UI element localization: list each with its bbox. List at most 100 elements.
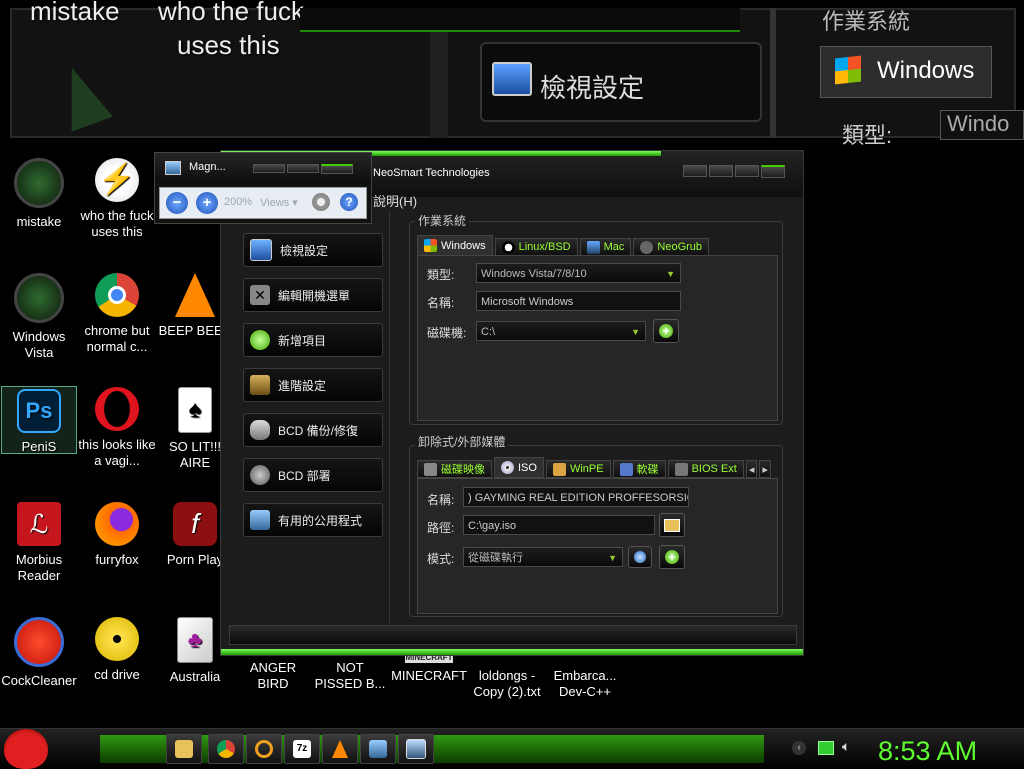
extra-window-button[interactable] [761,165,785,178]
taskbar-7zip-button[interactable]: 7z [284,734,320,764]
menu-help[interactable]: 說明(H) [373,191,417,210]
chevron-down-icon: ▾ [292,197,298,209]
database-icon [250,420,270,440]
windows-logo-icon [424,239,437,252]
tab-iso[interactable]: ISO [494,457,544,478]
vlc-cone-icon [175,273,215,317]
media-tabs: 磁碟映像 ISO WinPE 軟碟 BIOS Ext ◂ ▸ [417,457,771,478]
tab-bios-ext[interactable]: BIOS Ext [667,460,744,478]
sidebar-item-advanced[interactable]: 進階設定 [243,368,383,402]
iso-help-button[interactable] [628,546,652,568]
status-bar [229,625,797,645]
mac-icon [586,240,600,254]
info-icon [634,551,646,563]
desktop-icon-cd-drive[interactable]: cd drive [78,617,156,683]
magnifier-close-button[interactable] [321,164,353,174]
magnifier-window[interactable]: Magn... − + 200% Views ▾ ? [154,152,372,224]
sidebar-item-edit-boot-menu[interactable]: ✕ 編輯開機選單 [243,278,383,312]
desktop-icon-anger-bird[interactable]: ANGER BIRD [234,660,312,692]
tab-neogrub[interactable]: NeoGrub [633,238,710,256]
desktop-icon-chrome[interactable]: chrome but normal c... [78,273,156,355]
start-button-angry-bird-icon[interactable] [4,729,48,769]
chevron-right-icon: ▸ [762,463,768,476]
tab-disk-image[interactable]: 磁碟映像 [417,460,492,478]
close-button[interactable] [735,165,759,177]
desktop-icon-windows-vista[interactable]: Windows Vista [0,273,78,361]
lens-type-label: 類型: [842,123,893,148]
desktop-icon-cockcleaner[interactable]: CockCleaner [0,617,78,689]
drive-select[interactable]: C:\ ▼ [476,321,646,341]
disc-icon [501,461,514,474]
easybcd-window[interactable]: NeoSmart Technologies 說明(H) 檢視設定 ✕ 編輯開機選… [220,150,804,656]
desktop-icon-dev-cpp[interactable]: Embarca... Dev-C++ [546,668,624,700]
maximize-button[interactable] [709,165,733,177]
desktop-icon-opera[interactable]: this looks like a vagi... [78,387,156,469]
lens-os-group-label: 作業系統 [822,9,911,34]
taskbar-search-button[interactable] [246,734,282,764]
desktop-icon-photoshop[interactable]: Ps PeniS [1,386,77,454]
tab-scroll-left[interactable]: ◂ [745,460,758,478]
desktop-icon-who-the-fuck[interactable]: ⚡ who the fuck uses this [78,158,156,240]
volume-icon[interactable]: 🔈︎ [842,738,850,755]
sidebar-item-view-settings[interactable]: 檢視設定 [243,233,383,267]
desktop-icon-furryfox[interactable]: furryfox [78,502,156,568]
green-orb-icon [14,158,64,208]
sidebar-item-add-entry[interactable]: 新增項目 [243,323,383,357]
chevron-left-icon: ◂ [748,463,755,476]
minimize-button[interactable] [683,165,707,177]
tab-scroll-right[interactable]: ▸ [759,460,771,478]
chrome-icon [95,273,139,317]
desktop-icon-mistake[interactable]: mistake [0,158,78,230]
ccleaner-icon [14,617,64,667]
taskbar-clock[interactable]: 8:53 AM [878,736,977,767]
lens-window-edge [300,8,740,32]
add-drive-button[interactable]: + [653,319,679,343]
sidebar-item-utilities[interactable]: 有用的公用程式 [243,503,383,537]
window-controls [683,165,785,178]
magnifier-titlebar[interactable]: Magn... [155,153,371,183]
sidebar-item-bcd-backup[interactable]: BCD 備份/修復 [243,413,383,447]
iso-name-input[interactable]: ) GAYMING REAL EDITION PROFFESORSIOA [463,487,689,507]
zoom-out-button[interactable]: − [166,192,188,214]
sidebar-item-bcd-deploy[interactable]: BCD 部署 [243,458,383,492]
iso-mode-select[interactable]: 從磁碟執行 ▼ [463,547,623,567]
taskbar-magnifier-button[interactable] [398,734,434,764]
windows-logo-icon [835,55,861,85]
taskbar-easybcd-button[interactable] [360,734,396,764]
browse-button[interactable] [659,513,685,537]
type-select[interactable]: Windows Vista/7/8/10 ▼ [476,263,681,283]
tab-winpe[interactable]: WinPE [545,460,611,478]
network-icon[interactable] [818,741,834,755]
desktop-icon-morbius-reader[interactable]: ℒ Morbius Reader [0,502,78,584]
gear-icon[interactable] [312,193,330,211]
tab-linux-bsd[interactable]: Linux/BSD [494,238,578,256]
desktop-icon-loldongs[interactable]: loldongs - Copy (2).txt [468,668,546,700]
acrobat-icon: ℒ [17,502,61,546]
desktop-icon-not-pissed[interactable]: NOT PISSED B... [311,660,389,692]
chrome-icon [217,740,235,758]
views-dropdown[interactable]: Views ▾ [260,196,298,209]
tab-windows[interactable]: Windows [417,235,493,256]
type-label: 類型: [427,268,455,282]
window-title: NeoSmart Technologies [373,167,490,179]
tab-mac[interactable]: Mac [579,238,632,256]
iso-path-input[interactable]: C:\gay.iso [463,515,655,535]
name-input[interactable]: Microsoft Windows [476,291,681,311]
magnifier-maximize-button[interactable] [287,164,319,173]
taskbar-explorer-button[interactable] [166,734,202,764]
taskbar-chrome-button[interactable] [208,734,244,764]
firefox-icon [95,502,139,546]
desktop-icon-minecraft[interactable]: MINECRAFT [390,668,468,684]
name-label: 名稱: [427,296,455,310]
magnifier-minimize-button[interactable] [253,164,285,173]
zoom-in-button[interactable]: + [196,192,218,214]
monitor-icon [492,62,532,96]
show-hidden-icons-button[interactable]: ‹ [792,741,806,755]
add-gear-icon [250,330,270,350]
tab-floppy[interactable]: 軟碟 [612,460,666,478]
chip-icon [250,375,270,395]
taskbar-vlc-button[interactable] [322,734,358,764]
add-iso-entry-button[interactable]: + [659,545,685,569]
help-icon[interactable]: ? [340,193,358,211]
magnifier-lens: mistake who the fuck uses this 檢視設定 作業系統… [0,0,1024,150]
